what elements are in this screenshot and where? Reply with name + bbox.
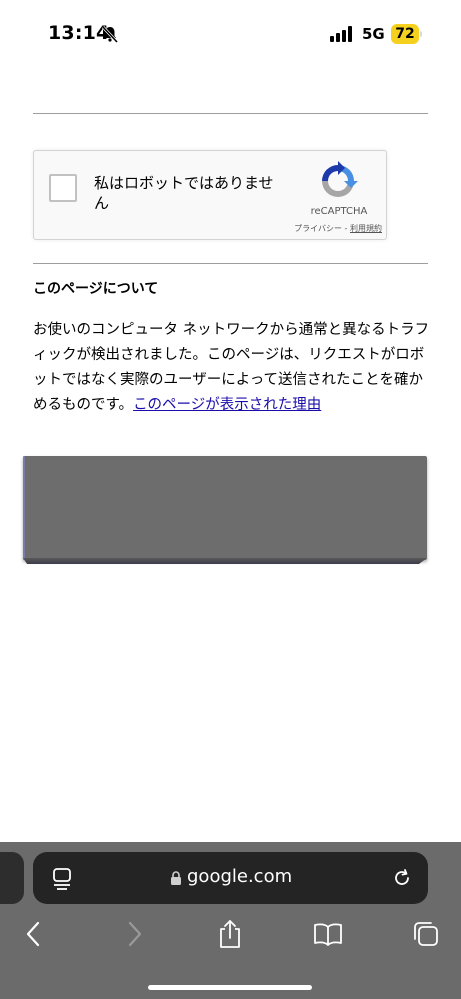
status-bar: 13:14 5G 72: [0, 0, 461, 60]
back-icon[interactable]: [18, 918, 50, 950]
tabs-icon[interactable]: [410, 918, 442, 950]
reader-icon[interactable]: [51, 866, 73, 890]
recaptcha-brand: reCAPTCHA: [310, 206, 368, 217]
recaptcha-privacy-link[interactable]: プライバシー: [294, 224, 342, 233]
about-title: このページについて: [33, 281, 159, 297]
bookmarks-icon[interactable]: [312, 918, 344, 950]
url-text[interactable]: google.com: [187, 866, 292, 887]
bell-slash-icon: [101, 25, 119, 44]
reload-icon[interactable]: [391, 867, 413, 889]
lock-icon: [171, 871, 181, 885]
browser-toolbar: google.com: [0, 842, 461, 999]
recaptcha-checkbox[interactable]: [49, 174, 77, 202]
top-divider: [33, 113, 428, 114]
previous-tab-peek[interactable]: [0, 852, 24, 904]
recaptcha-widget: 私はロボットではありません reCAPTCHA プライバシー - 利用規約: [33, 150, 387, 240]
network-type: 5G: [362, 25, 385, 43]
signal-icon: [330, 26, 352, 42]
recaptcha-separator: -: [342, 224, 350, 233]
share-icon[interactable]: [214, 918, 246, 950]
recaptcha-terms-link[interactable]: 利用規約: [350, 224, 382, 233]
obscured-content-box: [23, 456, 427, 560]
recaptcha-terms: プライバシー - 利用規約: [262, 223, 382, 234]
about-body: お使いのコンピュータ ネットワークから通常と異なるトラフィックが検出されました。…: [33, 318, 433, 418]
recaptcha-label: 私はロボットではありません: [94, 174, 274, 212]
battery-tip: [420, 31, 422, 37]
forward-icon[interactable]: [118, 918, 150, 950]
why-link[interactable]: このページが表示された理由: [133, 397, 321, 413]
home-indicator[interactable]: [148, 985, 312, 990]
middle-divider: [33, 263, 428, 264]
battery-level: 72: [391, 24, 419, 44]
address-bar[interactable]: google.com: [33, 852, 428, 904]
recaptcha-logo-icon: [322, 161, 358, 197]
